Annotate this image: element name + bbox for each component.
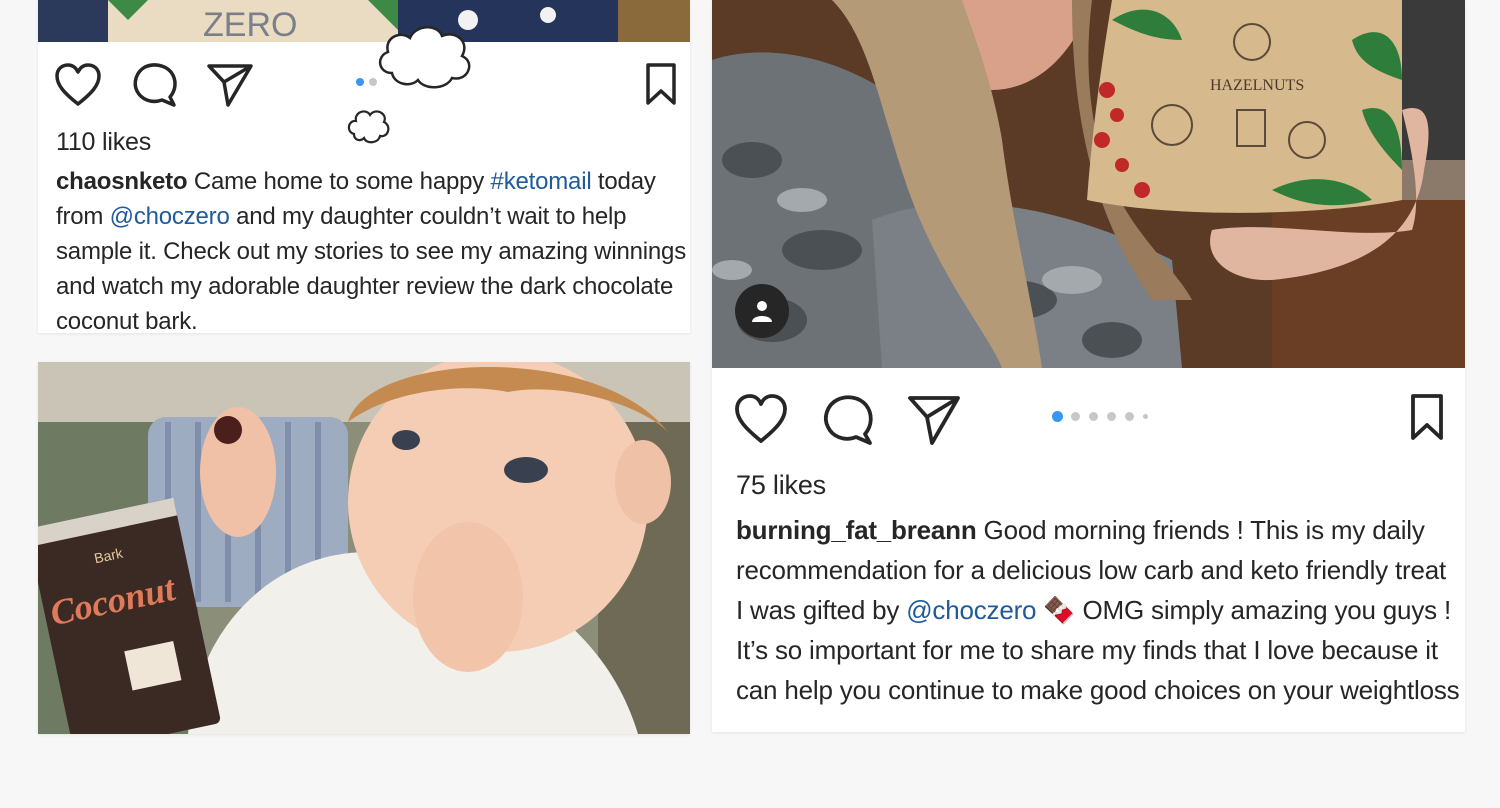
likes-count[interactable]: 75 likes xyxy=(736,470,826,501)
likes-count[interactable]: 110 likes xyxy=(56,128,151,157)
heart-icon[interactable] xyxy=(54,63,102,107)
cloud-doodle-icon xyxy=(379,26,471,89)
post-card-chaosnketo: ZERO 110 likes chaosnketo Came home to s… xyxy=(38,0,690,333)
post-card-burning-fat-breann: HAZELNUTS 75 likes burning_fat_breann Go… xyxy=(712,0,1465,732)
person-icon xyxy=(752,301,772,322)
carousel-dot xyxy=(1052,411,1063,422)
paper-plane-icon[interactable] xyxy=(907,394,961,446)
caption-text: Came home to some happy xyxy=(187,168,491,195)
post-caption: chaosnketo Came home to some happy #keto… xyxy=(56,164,688,333)
post-caption: burning_fat_breann Good morning friends … xyxy=(736,510,1460,710)
bag-label: HAZELNUTS xyxy=(1210,77,1304,94)
carousel-dot xyxy=(1071,412,1080,421)
hashtag-link[interactable]: #ketomail xyxy=(491,168,592,195)
post-photo[interactable]: HAZELNUTS xyxy=(712,0,1465,368)
tagged-people-button[interactable] xyxy=(735,284,789,338)
heart-icon[interactable] xyxy=(734,394,788,444)
cloud-doodle-icon xyxy=(347,110,390,144)
carousel-dot xyxy=(1089,412,1098,421)
username[interactable]: burning_fat_breann xyxy=(736,515,977,545)
post-photo[interactable]: ZERO xyxy=(38,0,690,42)
carousel-indicator xyxy=(1052,411,1148,422)
mention-link[interactable]: @choczero xyxy=(110,203,230,230)
bookmark-icon[interactable] xyxy=(644,62,678,106)
username[interactable]: chaosnketo xyxy=(56,168,188,195)
carousel-dot xyxy=(1143,414,1148,419)
carousel-dot xyxy=(356,78,364,86)
mention-link[interactable]: @choczero xyxy=(906,595,1036,625)
paper-plane-icon[interactable] xyxy=(206,62,254,108)
comment-icon[interactable] xyxy=(132,62,178,108)
product-label: ZERO xyxy=(203,6,297,42)
post-card-baby: Bark Coconut xyxy=(38,362,690,734)
carousel-dot xyxy=(1125,412,1134,421)
comment-icon[interactable] xyxy=(822,394,874,446)
bookmark-icon[interactable] xyxy=(1409,393,1445,441)
carousel-dot xyxy=(1107,412,1116,421)
post-photo[interactable]: Bark Coconut xyxy=(38,362,690,734)
